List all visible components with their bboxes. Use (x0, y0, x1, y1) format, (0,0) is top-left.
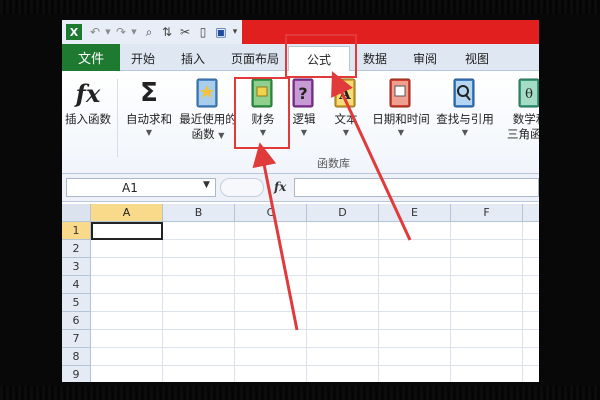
book-clock-icon (386, 77, 416, 109)
autosum-label: 自动求和 (126, 112, 172, 126)
insert-function-button[interactable]: fx 插入函数 (62, 77, 114, 127)
grid-line (91, 293, 539, 294)
autosum-button[interactable]: Σ 自动求和 ▼ (122, 77, 176, 139)
ribbon-separator (117, 79, 118, 157)
recent-functions-label-line2: 函数 ▼ (191, 127, 225, 141)
formula-bar-divider (220, 178, 264, 197)
customize-toolbar-icon[interactable]: ▾ (230, 24, 240, 40)
ribbon-panel: fx 插入函数 Σ 自动求和 ▼ 最近使用的 函数 ▼ 财务 ▼ ? 逻辑 ▼ … (62, 71, 539, 174)
save-icon[interactable]: ▣ (214, 24, 228, 40)
column-header-b[interactable]: B (163, 204, 235, 222)
tab-view[interactable]: 视图 (454, 46, 500, 71)
new-document-icon[interactable]: ▯ (196, 24, 210, 40)
book-question-icon: ? (289, 77, 319, 109)
book-star-icon (193, 77, 223, 109)
spreadsheet-grid[interactable]: A B C D E F 1 2 3 4 5 6 7 8 9 (62, 202, 539, 382)
row-header-4[interactable]: 4 (62, 276, 91, 294)
row-header-1[interactable]: 1 (62, 222, 91, 240)
fx-icon[interactable]: fx (274, 180, 286, 194)
logical-label: 逻辑 (292, 112, 316, 126)
lookup-reference-label: 查找与引用 (436, 112, 494, 126)
row-header-8[interactable]: 8 (62, 348, 91, 366)
formula-bar: A1 ▼ fx (62, 174, 539, 202)
highlight-box-financial (234, 77, 290, 149)
grid-line (450, 222, 451, 382)
tab-file[interactable]: 文件 (62, 44, 120, 71)
grid-line (234, 222, 235, 382)
formula-input[interactable] (294, 178, 539, 197)
datetime-dropdown-icon[interactable]: ▼ (398, 127, 404, 139)
svg-text:?: ? (298, 84, 307, 103)
grid-line (522, 222, 523, 382)
active-cell-a1[interactable] (91, 222, 163, 240)
name-box[interactable]: A1 (66, 178, 216, 197)
book-theta-icon: θ (515, 77, 539, 109)
row-header-2[interactable]: 2 (62, 240, 91, 258)
tab-review[interactable]: 审阅 (402, 46, 448, 71)
grid-line (91, 275, 539, 276)
sort-icon[interactable]: ⇅ (160, 24, 174, 40)
logical-button[interactable]: ? 逻辑 ▼ (284, 77, 324, 139)
tab-data[interactable]: 数据 (352, 46, 398, 71)
redo-icon[interactable]: ↷ (114, 24, 128, 40)
logical-dropdown-icon[interactable]: ▼ (301, 127, 307, 139)
svg-text:A: A (338, 85, 351, 103)
tab-insert[interactable]: 插入 (170, 46, 216, 71)
math-trig-label: 数学和 (512, 112, 539, 126)
text-label: 文本 (334, 112, 358, 126)
name-box-dropdown-icon[interactable]: ▼ (203, 180, 210, 190)
column-header-partial (523, 204, 539, 222)
math-trig-button[interactable]: θ 数学和 三角函数 (502, 77, 539, 142)
grid-line (378, 222, 379, 382)
text-dropdown-icon[interactable]: ▼ (343, 127, 349, 139)
fx-icon: fx (75, 78, 101, 108)
svg-text:θ: θ (525, 87, 533, 102)
highlight-box-formulas-tab (285, 34, 357, 78)
column-header-a[interactable]: A (91, 204, 163, 222)
column-header-d[interactable]: D (307, 204, 379, 222)
undo-dropdown-icon[interactable]: ▼ (104, 24, 112, 40)
grid-line (91, 257, 539, 258)
insert-function-label: 插入函数 (65, 112, 111, 126)
column-header-c[interactable]: C (235, 204, 307, 222)
column-header-f[interactable]: F (451, 204, 523, 222)
sigma-icon: Σ (140, 78, 158, 108)
row-header-5[interactable]: 5 (62, 294, 91, 312)
recent-functions-button[interactable]: 最近使用的 函数 ▼ (178, 77, 238, 143)
tab-page-layout[interactable]: 页面布局 (224, 46, 286, 71)
row-header-9[interactable]: 9 (62, 366, 91, 382)
column-header-e[interactable]: E (379, 204, 451, 222)
grid-line (91, 311, 539, 312)
row-header-6[interactable]: 6 (62, 312, 91, 330)
grid-line (306, 222, 307, 382)
search-icon[interactable]: ⌕ (142, 24, 156, 40)
grid-line (91, 347, 539, 348)
grid-line (91, 365, 539, 366)
autosum-dropdown-icon[interactable]: ▼ (146, 127, 152, 139)
math-trig-label-line2: 三角函数 (507, 127, 539, 141)
book-text-icon: A (331, 77, 361, 109)
select-all-corner[interactable] (62, 204, 91, 222)
function-library-group-label: 函数库 (317, 157, 350, 170)
excel-logo-icon: X (66, 24, 82, 40)
lookup-reference-button[interactable]: 查找与引用 ▼ (430, 77, 500, 139)
row-header-7[interactable]: 7 (62, 330, 91, 348)
lookup-dropdown-icon[interactable]: ▼ (462, 127, 468, 139)
datetime-button[interactable]: 日期和时间 ▼ (366, 77, 436, 139)
tools-icon[interactable]: ✂ (178, 24, 192, 40)
undo-icon[interactable]: ↶ (88, 24, 102, 40)
tab-home[interactable]: 开始 (120, 46, 166, 71)
redo-dropdown-icon[interactable]: ▼ (130, 24, 138, 40)
grid-line (162, 222, 163, 382)
datetime-label: 日期和时间 (372, 112, 430, 126)
text-button[interactable]: A 文本 ▼ (324, 77, 368, 139)
grid-line (91, 329, 539, 330)
row-header-3[interactable]: 3 (62, 258, 91, 276)
recent-functions-label: 最近使用的 (179, 112, 237, 126)
book-magnifier-icon (450, 77, 480, 109)
